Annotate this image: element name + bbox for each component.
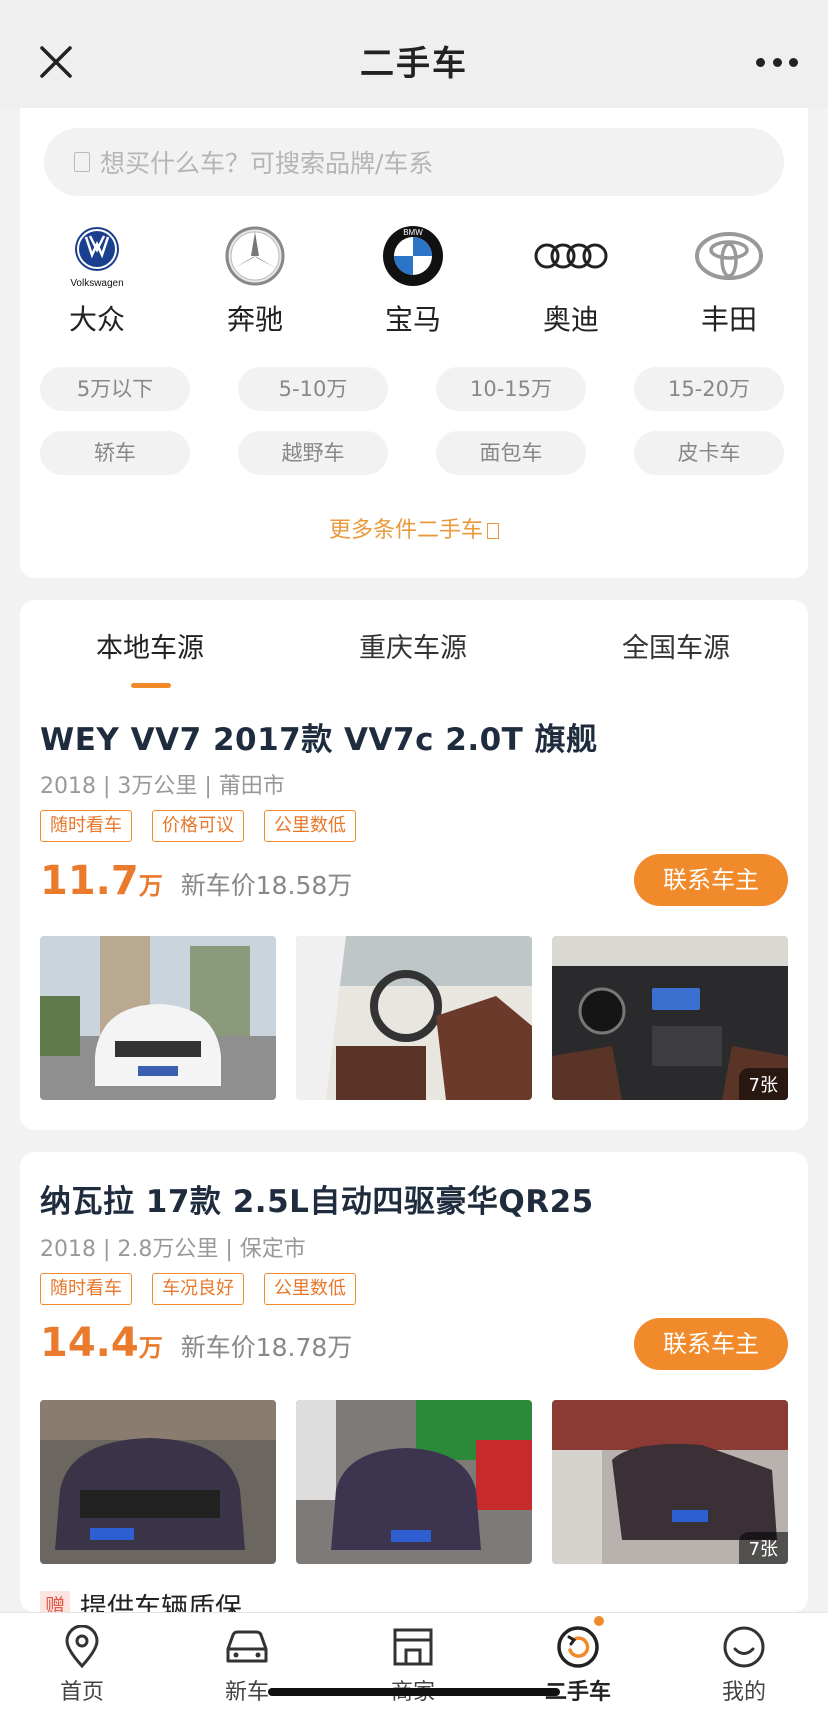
filter-chip-price[interactable]: 5万以下 (40, 367, 190, 411)
page-title: 二手车 (360, 44, 468, 84)
car-photo[interactable] (296, 1400, 532, 1564)
car-icon (187, 1622, 307, 1672)
mercedes-logo (190, 222, 320, 290)
brand-toyota[interactable]: 丰田 (664, 222, 794, 338)
brand-audi[interactable]: 奥迪 (506, 222, 636, 338)
filter-chip-type[interactable]: 皮卡车 (634, 431, 784, 475)
tabbar-label: 首页 (59, 1680, 104, 1705)
price-value: 14.4 (40, 1320, 139, 1366)
search-input[interactable]: 想买什么车？可搜索品牌/车系 (44, 128, 784, 196)
filter-chip-type[interactable]: 面包车 (436, 431, 586, 475)
brand-label: 奥迪 (542, 303, 599, 336)
listing-title[interactable]: WEY VV7 2017款 VV7c 2.0T 旗舰 (40, 714, 598, 759)
brand-label: 宝马 (384, 303, 441, 336)
listing-meta: 2018 | 2.8万公里 | 保定市 (40, 1237, 306, 1262)
more-conditions-link[interactable]: 更多条件二手车 (0, 512, 828, 544)
volkswagen-logo: Volkswagen (32, 222, 162, 290)
svg-text:BMW: BMW (403, 228, 423, 237)
listing-tag: 公里数低 (264, 810, 356, 842)
search-icon (74, 152, 90, 172)
new-car-price: 新车价18.78万 (180, 1333, 353, 1362)
contact-owner-button[interactable]: 联系车主 (634, 854, 788, 906)
tabbar-home[interactable]: 首页 (22, 1622, 142, 1706)
price-unit: 万 (138, 1334, 163, 1362)
listing-tag: 公里数低 (264, 1273, 356, 1305)
car-photo[interactable] (40, 1400, 276, 1564)
listing-price: 11.7 万 新车价18.58万 (40, 858, 352, 904)
contact-owner-button[interactable]: 联系车主 (634, 1318, 788, 1370)
filter-chip-price[interactable]: 10-15万 (436, 367, 586, 411)
brand-volkswagen[interactable]: Volkswagen 大众 (32, 222, 162, 338)
tab-nationwide[interactable]: 全国车源 (546, 626, 806, 665)
active-tab-indicator (131, 683, 171, 688)
search-placeholder: 想买什么车？可搜索品牌/车系 (100, 149, 434, 178)
car-photo[interactable] (296, 936, 532, 1100)
svg-text:Volkswagen: Volkswagen (70, 278, 123, 289)
bmw-logo: BMW (348, 222, 478, 290)
filter-chip-type[interactable]: 轿车 (40, 431, 190, 475)
notification-dot (594, 1616, 604, 1626)
tab-chongqing[interactable]: 重庆车源 (283, 626, 543, 665)
listing-tag: 车况良好 (152, 1273, 244, 1305)
brand-label: 丰田 (700, 303, 757, 336)
more-icon[interactable] (756, 56, 798, 68)
audi-logo (506, 222, 636, 290)
listing-tag: 价格可议 (152, 810, 244, 842)
photo-count-badge: 7张 (738, 1532, 788, 1564)
price-unit: 万 (138, 872, 163, 900)
listing-tag: 随时看车 (40, 810, 132, 842)
tabbar-mine[interactable]: 我的 (684, 1622, 804, 1706)
filter-chip-price[interactable]: 5-10万 (238, 367, 388, 411)
listing-title[interactable]: 纳瓦拉 17款 2.5L自动四驱豪华QR25 (40, 1176, 594, 1221)
tabbar-label: 我的 (721, 1680, 766, 1705)
more-conditions-label: 更多条件二手车 (328, 518, 483, 543)
location-pin-icon (22, 1622, 142, 1672)
listing-meta: 2018 | 3万公里 | 莆田市 (40, 774, 285, 799)
car-photo[interactable]: 7张 (552, 936, 788, 1100)
listing-price: 14.4 万 新车价18.78万 (40, 1320, 352, 1366)
arrow-icon (487, 523, 499, 539)
brand-mercedes[interactable]: 奔驰 (190, 222, 320, 338)
brand-label: 奔驰 (226, 303, 283, 336)
new-car-price: 新车价18.58万 (180, 871, 353, 900)
price-value: 11.7 (40, 858, 139, 904)
filter-chip-price[interactable]: 15-20万 (634, 367, 784, 411)
smile-icon (684, 1622, 804, 1672)
tab-local[interactable]: 本地车源 (20, 626, 280, 665)
car-photo[interactable]: 7张 (552, 1400, 788, 1564)
used-car-icon (518, 1616, 638, 1672)
filter-chip-type[interactable]: 越野车 (238, 431, 388, 475)
home-indicator (268, 1688, 560, 1696)
toyota-logo (664, 222, 794, 290)
brand-bmw[interactable]: BMW 宝马 (348, 222, 478, 338)
car-photo[interactable] (40, 936, 276, 1100)
listing-tag: 随时看车 (40, 1273, 132, 1305)
photo-count-badge: 7张 (738, 1068, 788, 1100)
brand-label: 大众 (68, 303, 125, 336)
store-icon (353, 1622, 473, 1672)
